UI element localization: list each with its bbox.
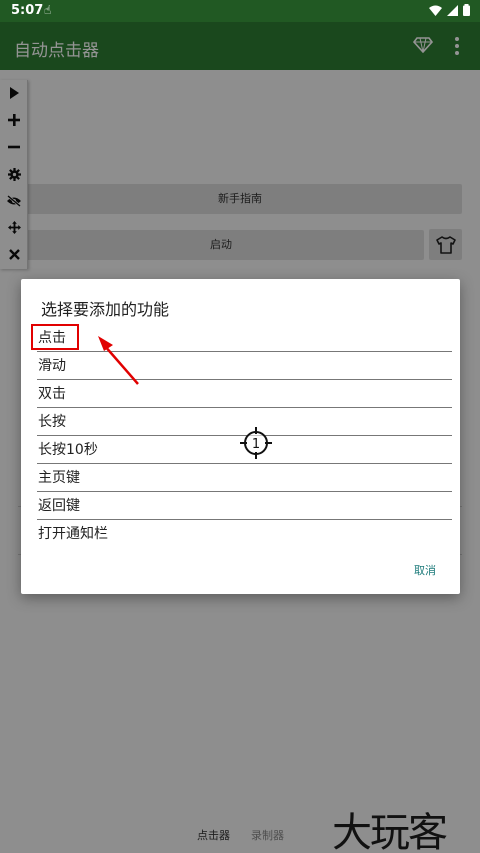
- option-label: 返回键: [38, 498, 80, 514]
- status-bar: 5:07 ☝: [0, 0, 480, 22]
- click-target-marker[interactable]: 1: [240, 427, 272, 459]
- status-time: 5:07: [11, 3, 44, 18]
- option-label: 双击: [38, 386, 66, 402]
- option-double-click[interactable]: 双击: [37, 380, 452, 408]
- option-label: 滑动: [38, 358, 66, 374]
- option-back-key[interactable]: 返回键: [37, 492, 452, 520]
- signal-icon: [447, 4, 458, 16]
- cancel-button[interactable]: 取消: [414, 562, 436, 578]
- watermark-logo: 大玩客: [332, 810, 448, 853]
- annotation-highlight-box: [31, 324, 79, 350]
- battery-icon: [463, 4, 470, 16]
- dialog-title: 选择要添加的功能: [41, 300, 170, 319]
- option-swipe[interactable]: 滑动: [37, 352, 452, 380]
- system-icons: [429, 4, 470, 16]
- touch-icon: ☝: [44, 3, 52, 17]
- option-label: 打开通知栏: [38, 526, 108, 542]
- option-label: 长按10秒: [38, 442, 98, 458]
- wifi-icon: [429, 5, 442, 16]
- option-click[interactable]: 点击: [37, 324, 452, 352]
- option-label: 主页键: [38, 470, 80, 486]
- option-label: 长按: [38, 414, 66, 430]
- option-home-key[interactable]: 主页键: [37, 464, 452, 492]
- option-open-notifications[interactable]: 打开通知栏: [37, 520, 452, 548]
- target-number: 1: [252, 437, 260, 452]
